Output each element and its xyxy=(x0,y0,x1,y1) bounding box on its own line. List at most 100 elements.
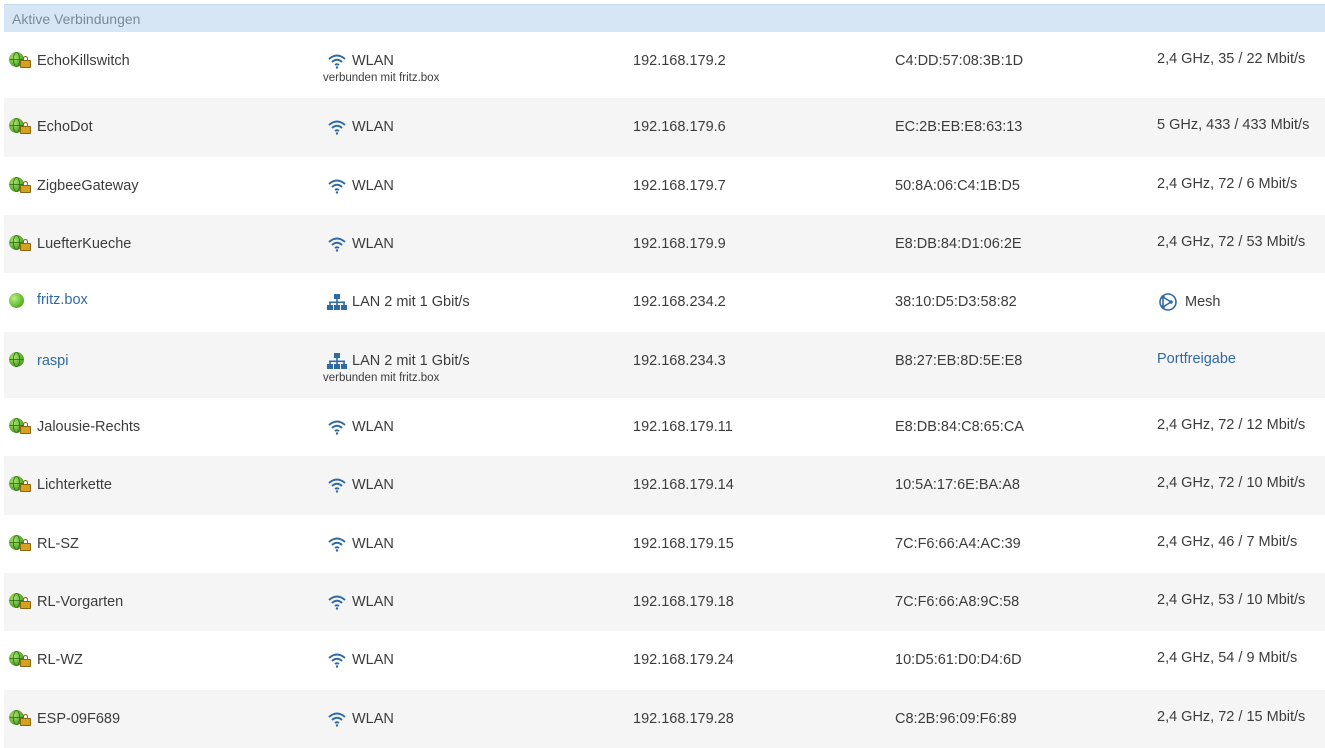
connection-type: WLAN xyxy=(352,652,394,668)
connection-properties: 2,4 GHz, 72 / 12 Mbit/s xyxy=(1157,417,1306,433)
table-row[interactable]: RL-SZ WLAN 192.168.179.15 7C:F6:66:A4:AC:39… xyxy=(4,515,1325,573)
device-name-cell: ESP-09F689 xyxy=(9,709,120,729)
device-name: RL-WZ xyxy=(37,652,83,668)
wifi-icon xyxy=(328,179,346,194)
mac-address: C8:2B:96:09:F6:89 xyxy=(895,711,1017,727)
device-name-cell: ZigbeeGateway xyxy=(9,176,139,196)
connection-properties: 2,4 GHz, 72 / 10 Mbit/s xyxy=(1157,475,1306,491)
ip-address: 192.168.234.2 xyxy=(633,294,726,310)
device-name: RL-SZ xyxy=(37,536,79,552)
device-name: RL-Vorgarten xyxy=(37,594,124,610)
properties-cell: 2,4 GHz, 72 / 10 Mbit/s xyxy=(1157,475,1305,491)
mac-address: 50:8A:06:C4:1B:D5 xyxy=(895,178,1020,194)
device-name: LuefterKueche xyxy=(37,236,132,252)
connection-properties: 2,4 GHz, 72 / 6 Mbit/s xyxy=(1157,176,1298,192)
device-name-cell: LuefterKueche xyxy=(9,234,131,254)
device-name: ZigbeeGateway xyxy=(37,178,139,194)
connection-type: WLAN xyxy=(352,119,394,135)
globe-lock-icon xyxy=(9,417,33,437)
globe-lock-icon xyxy=(9,475,33,495)
device-name[interactable]: raspi xyxy=(37,353,68,369)
mac-address: E8:DB:84:C8:65:CA xyxy=(895,419,1024,435)
panel-header: Aktive Verbindungen xyxy=(4,4,1325,32)
wifi-icon xyxy=(328,478,346,493)
ip-address: 192.168.179.6 xyxy=(633,119,726,135)
connection-cell: WLAN xyxy=(327,234,394,254)
table-row[interactable]: RL-WZ WLAN 192.168.179.24 10:D5:61:D0:D4:6D… xyxy=(4,631,1325,690)
ip-address: 192.168.179.15 xyxy=(633,536,734,552)
ip-address: 192.168.179.9 xyxy=(633,236,726,252)
device-name-cell: EchoDot xyxy=(9,117,93,137)
mac-address: B8:27:EB:8D:5E:E8 xyxy=(895,353,1023,369)
mac-address: 7C:F6:66:A4:AC:39 xyxy=(895,536,1021,552)
properties-cell[interactable]: Mesh xyxy=(1157,292,1220,312)
table-row[interactable]: fritz.box LAN 2 mit 1 Gbit/s 192.168.234.2… xyxy=(4,273,1325,332)
wifi-icon xyxy=(328,54,346,69)
panel-title: Aktive Verbindungen xyxy=(12,11,141,27)
connection-properties: 2,4 GHz, 53 / 10 Mbit/s xyxy=(1157,592,1306,608)
device-name: Lichterkette xyxy=(37,477,112,493)
connection-list: EchoKillswitch WLAN verbunden mit fritz.bo… xyxy=(4,32,1325,748)
wifi-icon xyxy=(328,595,346,610)
lan-icon xyxy=(327,353,347,369)
connection-cell: WLAN verbunden mit fritz.box xyxy=(323,51,439,84)
active-connections-panel: Aktive Verbindungen EchoKillswitch WLAN ve… xyxy=(4,4,1325,748)
connection-cell: WLAN xyxy=(327,650,394,670)
connection-cell: LAN 2 mit 1 Gbit/s xyxy=(327,292,470,312)
connection-type: WLAN xyxy=(352,477,394,493)
table-row[interactable]: ESP-09F689 WLAN 192.168.179.28 C8:2B:96:09:… xyxy=(4,690,1325,748)
globe-lock-icon xyxy=(9,176,33,196)
wifi-icon xyxy=(328,120,346,135)
table-row[interactable]: Jalousie-Rechts WLAN 192.168.179.11 E8:DB:8… xyxy=(4,398,1325,456)
ip-address: 192.168.179.14 xyxy=(633,477,734,493)
device-name-cell: RL-SZ xyxy=(9,534,79,554)
wifi-icon xyxy=(328,537,346,552)
device-name[interactable]: fritz.box xyxy=(37,292,88,308)
connection-cell: WLAN xyxy=(327,176,394,196)
connection-cell: WLAN xyxy=(327,117,394,137)
connection-cell: LAN 2 mit 1 Gbit/s verbunden mit fritz.bo… xyxy=(323,351,470,384)
ip-address: 192.168.234.3 xyxy=(633,353,726,369)
table-row[interactable]: Lichterkette WLAN 192.168.179.14 10:5A:17:6… xyxy=(4,456,1325,515)
device-name-cell: Jalousie-Rechts xyxy=(9,417,140,437)
ip-address: 192.168.179.24 xyxy=(633,652,734,668)
properties-cell: 2,4 GHz, 53 / 10 Mbit/s xyxy=(1157,592,1305,608)
connection-type: LAN 2 mit 1 Gbit/s xyxy=(352,353,470,369)
connection-cell: WLAN xyxy=(327,592,394,612)
connection-parent: verbunden mit fritz.box xyxy=(323,72,440,84)
wifi-icon xyxy=(328,237,346,252)
connection-cell: WLAN xyxy=(327,534,394,554)
table-row[interactable]: ZigbeeGateway WLAN 192.168.179.7 50:8A:06:C… xyxy=(4,157,1325,215)
connection-properties: 2,4 GHz, 54 / 9 Mbit/s xyxy=(1157,650,1298,666)
device-name-cell: Lichterkette xyxy=(9,475,112,495)
properties-cell[interactable]: Portfreigabe xyxy=(1157,351,1236,367)
properties-cell: 2,4 GHz, 46 / 7 Mbit/s xyxy=(1157,534,1297,550)
device-name-cell: EchoKillswitch xyxy=(9,51,130,71)
properties-cell: 2,4 GHz, 72 / 12 Mbit/s xyxy=(1157,417,1305,433)
connection-type: WLAN xyxy=(352,419,394,435)
mac-address: EC:2B:EB:E8:63:13 xyxy=(895,119,1023,135)
globe-lock-icon xyxy=(9,117,33,137)
globe-lock-icon xyxy=(9,51,33,71)
connection-type: WLAN xyxy=(352,53,394,69)
table-row[interactable]: EchoDot WLAN 192.168.179.6 EC:2B:EB:E8:63:1… xyxy=(4,98,1325,157)
mesh-icon xyxy=(1159,293,1177,311)
wifi-icon xyxy=(328,420,346,435)
device-name: Jalousie-Rechts xyxy=(37,419,141,435)
table-row[interactable]: raspi LAN 2 mit 1 Gbit/s verbunden mit fri… xyxy=(4,332,1325,398)
table-row[interactable]: LuefterKueche WLAN 192.168.179.9 E8:DB:84:D… xyxy=(4,215,1325,273)
table-row[interactable]: RL-Vorgarten WLAN 192.168.179.18 7C:F6:66:A… xyxy=(4,573,1325,631)
properties-cell: 2,4 GHz, 72 / 6 Mbit/s xyxy=(1157,176,1297,192)
table-row[interactable]: EchoKillswitch WLAN verbunden mit fritz.bo… xyxy=(4,32,1325,98)
device-name: ESP-09F689 xyxy=(37,711,121,727)
device-name-cell: fritz.box xyxy=(9,292,88,308)
connection-parent: verbunden mit fritz.box xyxy=(323,372,440,384)
connection-type: WLAN xyxy=(352,711,394,727)
connection-type: WLAN xyxy=(352,178,394,194)
lan-icon xyxy=(327,294,347,310)
connection-properties: 2,4 GHz, 46 / 7 Mbit/s xyxy=(1157,534,1298,550)
portfreigabe-link[interactable]: Portfreigabe xyxy=(1157,351,1236,367)
mac-address: 10:D5:61:D0:D4:6D xyxy=(895,652,1022,668)
globe-lock-icon xyxy=(9,534,33,554)
connection-type: LAN 2 mit 1 Gbit/s xyxy=(352,294,470,310)
